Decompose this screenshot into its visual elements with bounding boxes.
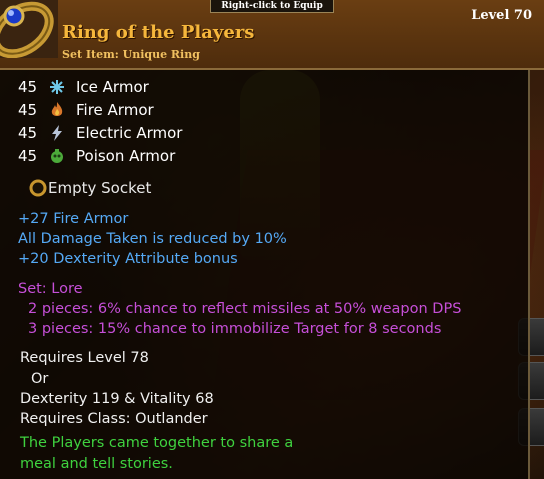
bonus-line: All Damage Taken is reduced by 10% bbox=[18, 231, 287, 247]
armor-value: 45 bbox=[18, 101, 38, 119]
item-type: Set Item: Unique Ring bbox=[62, 48, 200, 61]
armor-row-electric: 45 Electric Armor bbox=[18, 122, 182, 144]
armor-value: 45 bbox=[18, 78, 38, 96]
armor-row-ice: 45 Ice Armor bbox=[18, 76, 149, 98]
requirement-line: Requires Class: Outlander bbox=[20, 411, 208, 427]
poison-icon bbox=[48, 147, 66, 165]
set-bonus-line: 3 pieces: 15% chance to immobilize Targe… bbox=[28, 321, 442, 337]
armor-value: 45 bbox=[18, 147, 38, 165]
bonus-line: +20 Dexterity Attribute bonus bbox=[18, 251, 238, 267]
requirement-line: Or bbox=[31, 371, 49, 387]
requirement-line: Requires Level 78 bbox=[20, 350, 149, 366]
set-title: Set: Lore bbox=[18, 281, 83, 297]
item-tooltip: Right-click to Equip Level 70 Ring of th… bbox=[0, 0, 544, 479]
bonus-line: +27 Fire Armor bbox=[18, 211, 129, 227]
lightning-icon bbox=[48, 124, 66, 142]
socket-label: Empty Socket bbox=[48, 179, 152, 197]
armor-label: Ice Armor bbox=[76, 78, 149, 96]
tooltip-header: Right-click to Equip Level 70 Ring of th… bbox=[0, 0, 544, 70]
armor-row-fire: 45 Fire Armor bbox=[18, 99, 154, 121]
set-bonus-line: 2 pieces: 6% chance to reflect missiles … bbox=[28, 301, 462, 317]
flavor-text-line: meal and tell stories. bbox=[20, 456, 173, 472]
empty-socket: Empty Socket bbox=[28, 178, 151, 198]
flame-icon bbox=[48, 101, 66, 119]
requirement-line: Dexterity 119 & Vitality 68 bbox=[20, 391, 214, 407]
armor-label: Poison Armor bbox=[76, 147, 176, 165]
socket-ring-icon bbox=[28, 178, 48, 198]
flavor-text-line: The Players came together to share a bbox=[20, 435, 294, 451]
snowflake-icon bbox=[48, 78, 66, 96]
armor-label: Fire Armor bbox=[76, 101, 154, 119]
item-level: Level 70 bbox=[471, 8, 532, 23]
item-name: Ring of the Players bbox=[62, 22, 255, 43]
equip-hint: Right-click to Equip bbox=[210, 0, 334, 13]
armor-value: 45 bbox=[18, 124, 38, 142]
ring-icon bbox=[0, 0, 58, 58]
armor-row-poison: 45 Poison Armor bbox=[18, 145, 175, 167]
armor-label: Electric Armor bbox=[76, 124, 183, 142]
